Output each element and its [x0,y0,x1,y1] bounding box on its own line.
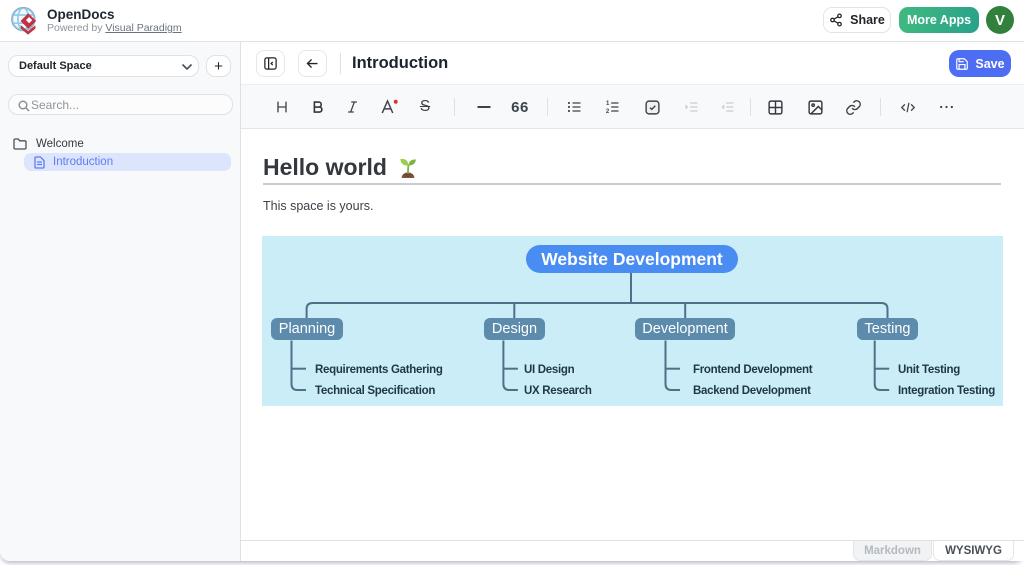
svg-text:2: 2 [605,109,609,115]
svg-text:1: 1 [605,101,609,107]
